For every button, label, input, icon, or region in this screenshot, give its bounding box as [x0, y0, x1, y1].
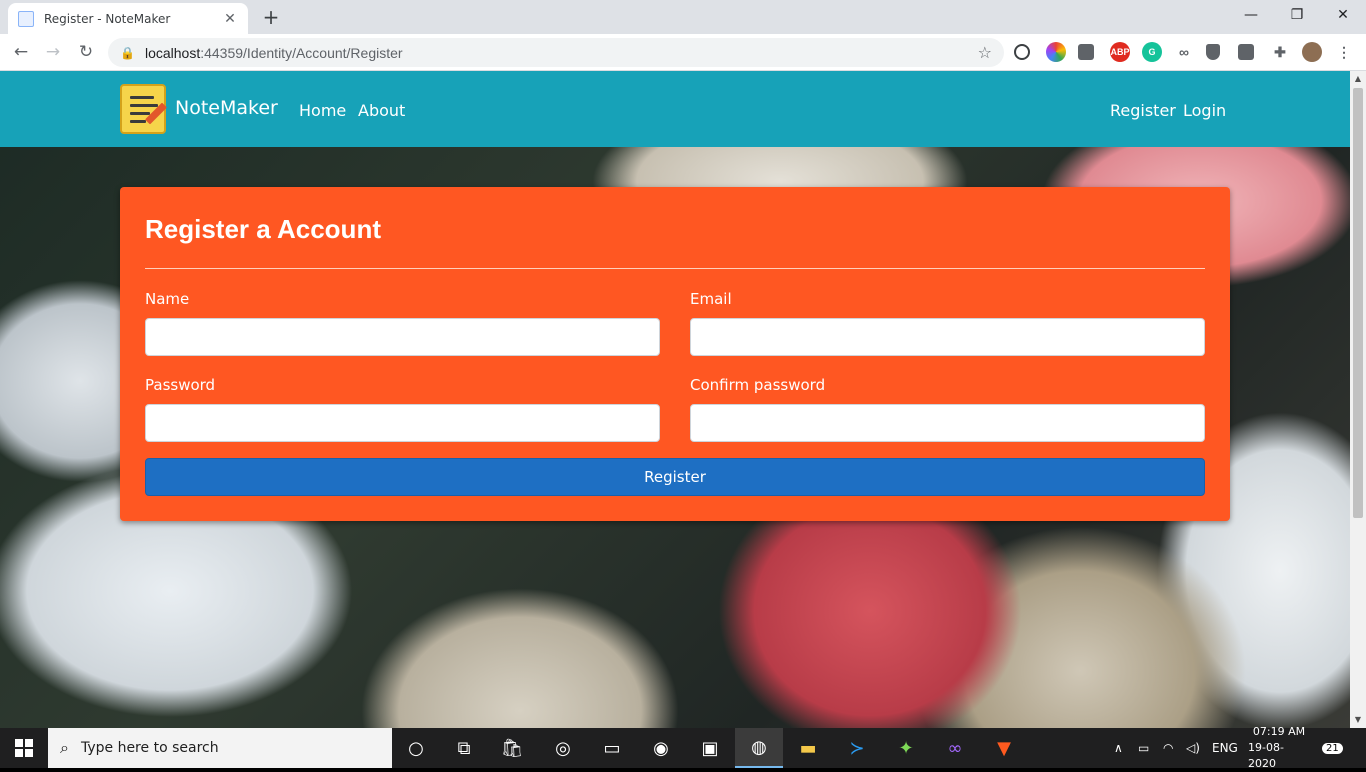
nav-about-link[interactable]: About	[358, 101, 405, 120]
title-divider	[145, 268, 1205, 269]
confirm-password-label: Confirm password	[690, 376, 826, 394]
nav-register-link[interactable]: Register	[1110, 101, 1176, 120]
fb-extension-icon[interactable]	[1238, 44, 1254, 60]
address-bar[interactable]: 🔒 localhost:44359/Identity/Account/Regis…	[108, 38, 1004, 67]
windows-taskbar: ⌕ Type here to search ○ ⧉ 🛍 ◎ ▭ ◉ ▣ ◍ ▬ …	[0, 725, 1366, 770]
browser-tab-strip: Register - NoteMaker ✕ + — ❐ ✕	[0, 0, 1366, 34]
nav-home-link[interactable]: Home	[299, 101, 346, 120]
shopping-extension-icon[interactable]	[1078, 44, 1094, 60]
scrollbar-thumb[interactable]	[1353, 88, 1363, 518]
search-icon: ⌕	[60, 738, 69, 757]
forward-icon[interactable]: →	[40, 40, 66, 64]
vscode-icon[interactable]: ≻	[833, 728, 881, 768]
bookmark-star-icon[interactable]: ☆	[978, 43, 992, 62]
shield-extension-icon[interactable]	[1206, 44, 1220, 60]
volume-icon[interactable]: ◁)	[1186, 728, 1200, 768]
register-card: Register a Account Name Email Password C…	[120, 187, 1230, 521]
tab-title: Register - NoteMaker	[44, 11, 171, 26]
record-extension-icon[interactable]	[1014, 44, 1030, 60]
scroll-down-icon[interactable]: ▼	[1350, 712, 1366, 728]
media-player-icon[interactable]: ◉	[637, 728, 685, 768]
store-icon[interactable]: 🛍	[488, 728, 536, 768]
task-view-icon[interactable]: ⧉	[440, 728, 488, 768]
profile-avatar[interactable]	[1302, 42, 1322, 62]
browser-tab[interactable]: Register - NoteMaker ✕	[8, 3, 248, 34]
confirm-password-input[interactable]	[690, 404, 1205, 442]
page-viewport: NoteMaker Home About Register Login Regi…	[0, 71, 1350, 728]
language-indicator[interactable]: ENG	[1212, 728, 1238, 768]
url-text[interactable]: localhost:44359/Identity/Account/Registe…	[145, 45, 978, 61]
back-icon[interactable]: ←	[8, 40, 34, 64]
minimize-button[interactable]: —	[1228, 0, 1274, 30]
site-navbar: NoteMaker Home About Register Login	[0, 71, 1350, 147]
reload-icon[interactable]: ↻	[73, 40, 99, 64]
search-placeholder: Type here to search	[80, 740, 219, 756]
grammarly-extension-icon[interactable]: G	[1142, 42, 1162, 62]
extensions-puzzle-icon[interactable]: ✚	[1270, 42, 1290, 62]
taskbar-search-box[interactable]: ⌕ Type here to search	[48, 728, 392, 768]
cortana-icon[interactable]: ○	[392, 728, 440, 768]
notifications-icon[interactable]: 21	[1322, 728, 1343, 768]
menu-kebab-icon[interactable]: ⋮	[1334, 42, 1354, 62]
app-tool-icon[interactable]: ✦	[882, 728, 930, 768]
name-input[interactable]	[145, 318, 660, 356]
close-tab-icon[interactable]: ✕	[222, 11, 238, 27]
restore-button[interactable]: ❐	[1274, 0, 1320, 30]
password-label: Password	[145, 376, 216, 394]
email-label: Email	[690, 290, 732, 308]
obs-icon[interactable]: ◎	[539, 728, 587, 768]
brave-icon[interactable]: ▼	[980, 728, 1028, 768]
lock-icon[interactable]: 🔒	[120, 46, 135, 60]
browser-toolbar: ← → ↻ 🔒 localhost:44359/Identity/Account…	[0, 34, 1366, 71]
form-title: Register a Account	[145, 214, 381, 244]
chrome-icon[interactable]: ◍	[735, 728, 783, 768]
scroll-up-icon[interactable]: ▲	[1350, 71, 1366, 87]
name-label: Name	[145, 290, 190, 308]
windows-start-icon[interactable]	[0, 728, 48, 768]
close-window-button[interactable]: ✕	[1320, 0, 1366, 30]
clock-date: 19-08-2020	[1248, 741, 1284, 770]
clock[interactable]: 07:19 AM 19-08-2020	[1248, 725, 1310, 770]
register-submit-button[interactable]: Register	[145, 458, 1205, 496]
page-scrollbar[interactable]: ▲ ▼	[1350, 71, 1366, 728]
wifi-icon[interactable]: ◠	[1163, 728, 1173, 768]
password-input[interactable]	[145, 404, 660, 442]
adblock-extension-icon[interactable]: ABP	[1110, 42, 1130, 62]
page-favicon-icon	[18, 10, 34, 27]
new-tab-button[interactable]: +	[259, 5, 283, 29]
file-explorer-icon[interactable]: ▬	[784, 728, 832, 768]
clock-time: 07:19 AM	[1252, 725, 1306, 738]
link-extension-icon[interactable]: ∞	[1174, 42, 1194, 62]
color-picker-extension-icon[interactable]	[1046, 42, 1066, 62]
app-icon[interactable]: ▣	[686, 728, 734, 768]
visual-studio-icon[interactable]: ∞	[931, 728, 979, 768]
nav-login-link[interactable]: Login	[1183, 101, 1226, 120]
tray-chevron-icon[interactable]: ∧	[1114, 728, 1123, 768]
notemaker-logo-icon[interactable]	[120, 84, 167, 134]
brand-link[interactable]: NoteMaker	[175, 97, 278, 119]
terminal-icon[interactable]: ▭	[588, 728, 636, 768]
battery-icon[interactable]: ▭	[1138, 728, 1149, 768]
notification-count: 21	[1322, 742, 1343, 754]
email-input[interactable]	[690, 318, 1205, 356]
